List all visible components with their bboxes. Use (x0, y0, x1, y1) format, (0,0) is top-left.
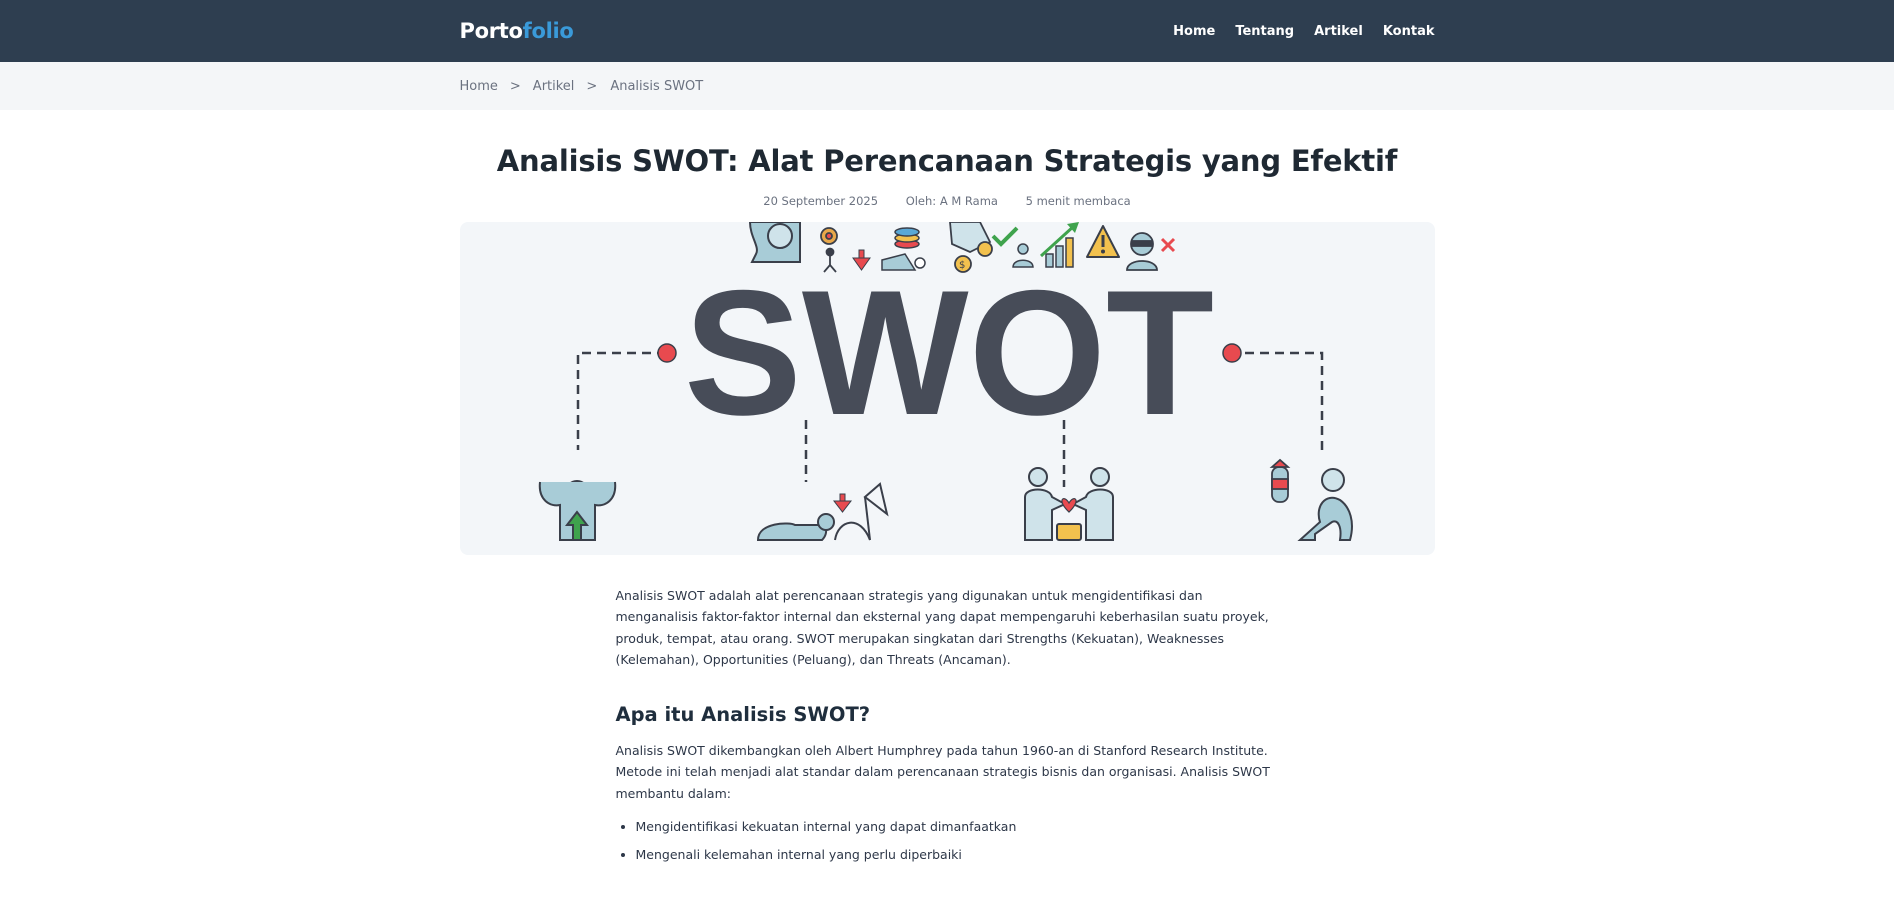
nav-artikel[interactable]: Artikel (1314, 24, 1363, 39)
hero-image: SWOT $ (459, 221, 1435, 555)
site-logo[interactable]: Portofolio (460, 19, 574, 43)
partnership-icon (1023, 466, 1114, 541)
site-header: Portofolio Home Tentang Artikel Kontak (0, 0, 1894, 62)
strong-person-icon (538, 479, 616, 541)
nav-home[interactable]: Home (1173, 24, 1215, 39)
breadcrumb: Home > Artikel > Analisis SWOT (460, 62, 1435, 110)
kneeling-person-icon (756, 481, 889, 541)
breadcrumb-separator: > (509, 78, 521, 94)
main-nav: Home Tentang Artikel Kontak (1153, 24, 1434, 39)
brain-icon (748, 221, 801, 263)
logo-text-part1: Porto (459, 19, 523, 43)
breadcrumb-current: Analisis SWOT (610, 78, 704, 94)
list-item: Mengenali kelemahan internal yang perlu … (636, 845, 1279, 864)
crouching-person-icon (1296, 467, 1353, 541)
section-heading: Apa itu Analisis SWOT? (615, 702, 871, 726)
benefit-list: Mengidentifikasi kekuatan internal yang … (616, 817, 1279, 864)
breadcrumb-separator: > (586, 78, 598, 94)
article-intro: Analisis SWOT adalah alat perencanaan st… (615, 587, 1269, 668)
breadcrumb-bar: Home > Artikel > Analisis SWOT (0, 62, 1894, 110)
article-author: Oleh: A M Rama (905, 193, 998, 208)
red-dot-left (656, 343, 677, 363)
article-read-time: 5 menit membaca (1025, 193, 1131, 208)
svg-text:$: $ (959, 260, 965, 271)
swot-illustration: SWOT $ (538, 221, 1353, 541)
growth-chart-icon (1039, 221, 1079, 268)
logo-text-part2: folio (522, 19, 574, 43)
nav-kontak[interactable]: Kontak (1383, 24, 1435, 39)
list-item: Mengidentifikasi kekuatan internal yang … (636, 817, 1279, 836)
coins-stack-icon (880, 227, 926, 271)
warning-icon (1085, 224, 1120, 258)
bomb-icon (1269, 458, 1290, 503)
section-paragraph: Analisis SWOT dikembangkan oleh Albert H… (615, 742, 1270, 801)
article-content: Analisis SWOT adalah alat perencanaan st… (616, 585, 1279, 865)
article-meta: 20 September 2025 Oleh: A M Rama 5 menit… (0, 194, 1894, 208)
breadcrumb-artikel[interactable]: Artikel (533, 79, 575, 94)
nav-tentang[interactable]: Tentang (1235, 24, 1294, 39)
red-dot-right (1221, 343, 1242, 363)
article-date: 20 September 2025 (763, 193, 879, 208)
article-title: Analisis SWOT: Alat Perencanaan Strategi… (496, 144, 1398, 178)
swot-heading: SWOT (684, 253, 1214, 452)
breadcrumb-home[interactable]: Home (460, 79, 498, 94)
